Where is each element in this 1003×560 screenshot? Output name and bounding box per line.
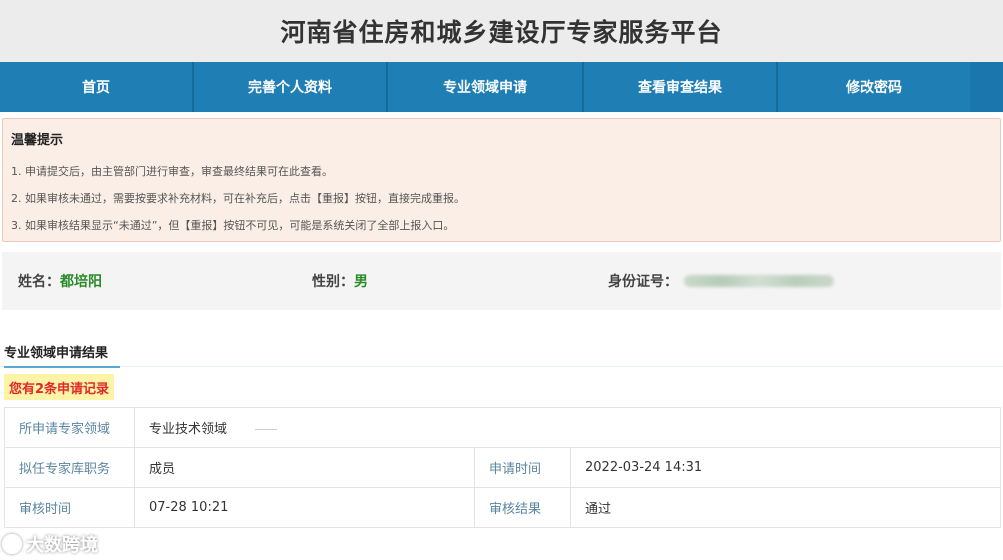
gender-label: 性别： xyxy=(312,274,354,290)
nav-filler xyxy=(970,62,1003,112)
review-time-label: 审核时间 xyxy=(4,487,135,528)
name-field: 姓名： 都培阳 xyxy=(18,271,102,291)
review-result-label: 审核结果 xyxy=(474,487,571,528)
gender-field: 性别： 男 xyxy=(312,271,368,291)
position-label: 拟任专家库职务 xyxy=(4,447,135,488)
table-row: 审核时间 07-28 10:21 审核结果 通过 xyxy=(4,487,1001,528)
main-nav: 首页 完善个人资料 专业领域申请 查看审查结果 修改密码 xyxy=(0,62,1003,112)
notice-box: 温馨提示 1. 申请提交后，由主管部门进行审查，审查最终结果可在此查看。 2. … xyxy=(2,118,1001,242)
page-header: 河南省住房和城乡建设厅专家服务平台 xyxy=(0,0,1003,62)
field-label: 所申请专家领域 xyxy=(4,407,135,448)
personal-info-bar: 姓名： 都培阳 性别： 男 身份证号： xyxy=(2,252,1001,310)
gender-value: 男 xyxy=(354,274,368,290)
watermark-text: 大数跨境 xyxy=(26,535,98,556)
apply-time-value: 2022-03-24 14:31 xyxy=(570,447,1001,488)
name-label: 姓名： xyxy=(18,274,60,290)
review-result-value: 通过 xyxy=(570,487,1001,528)
nav-item-review-results[interactable]: 查看审查结果 xyxy=(584,62,778,112)
nav-item-change-password[interactable]: 修改密码 xyxy=(778,62,970,112)
table-row: 拟任专家库职务 成员 申请时间 2022-03-24 14:31 xyxy=(4,447,1001,488)
notice-title: 温馨提示 xyxy=(11,133,64,148)
table-row: 所申请专家领域 专业技术领域 xyxy=(4,407,1001,448)
id-number-value-blurred xyxy=(684,275,834,287)
apply-time-label: 申请时间 xyxy=(474,447,571,488)
notice-line-3: 3. 如果审核结果显示“未通过”，但【重报】按钮不可见，可能是系统关闭了全部上报… xyxy=(11,219,455,232)
section-divider xyxy=(0,366,1003,367)
result-section-tab[interactable]: 专业领域申请结果 xyxy=(4,338,120,368)
nav-item-profile[interactable]: 完善个人资料 xyxy=(194,62,388,112)
notice-line-2: 2. 如果审核未通过，需要按要求补充材料，可在补充后，点击【重报】按钮，直接完成… xyxy=(11,192,465,205)
watermark: 大数跨境 xyxy=(2,530,98,558)
watermark-logo-icon xyxy=(2,534,22,554)
position-value: 成员 xyxy=(134,447,475,488)
field-value: 专业技术领域 xyxy=(149,422,228,437)
id-number-field: 身份证号： xyxy=(608,271,834,291)
nav-item-field-application[interactable]: 专业领域申请 xyxy=(388,62,584,112)
record-count-badge: 您有2条申请记录 xyxy=(4,374,115,400)
id-number-label: 身份证号： xyxy=(608,274,678,290)
page-title: 河南省住房和城乡建设厅专家服务平台 xyxy=(280,18,723,47)
divider-dash xyxy=(255,429,278,430)
application-result-table: 所申请专家领域 专业技术领域 拟任专家库职务 成员 申请时间 2022-03-2… xyxy=(4,407,1001,528)
name-value: 都培阳 xyxy=(60,274,102,290)
notice-line-1: 1. 申请提交后，由主管部门进行审查，审查最终结果可在此查看。 xyxy=(11,165,333,178)
field-value-cell: 专业技术领域 xyxy=(134,407,1001,448)
nav-item-home[interactable]: 首页 xyxy=(0,62,194,112)
review-time-value: 07-28 10:21 xyxy=(134,487,475,528)
